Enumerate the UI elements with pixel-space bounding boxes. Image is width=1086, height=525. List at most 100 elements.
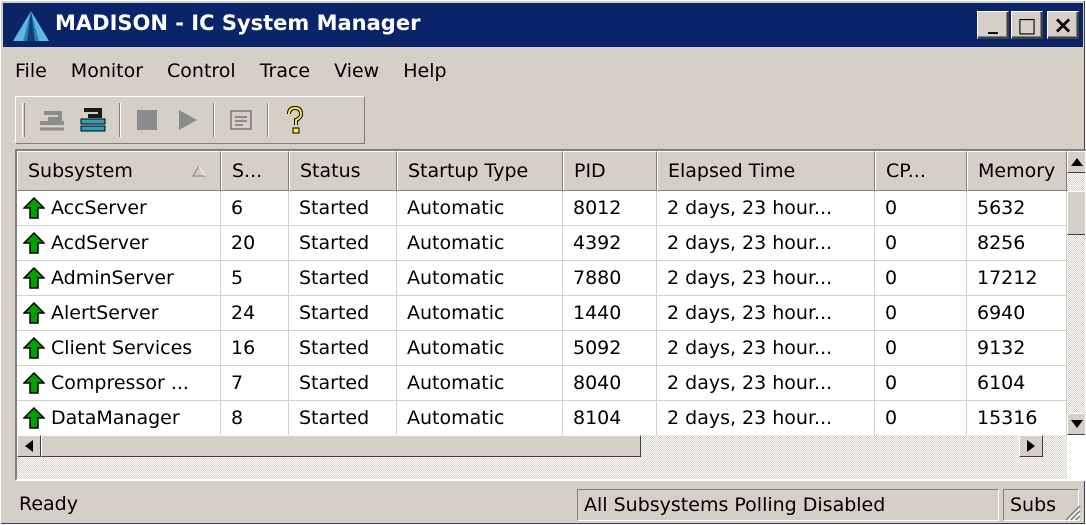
table-row[interactable]: DataManager 8 Started Automatic 8104 2 days, …: [17, 401, 1067, 436]
cell-text: 8256: [977, 231, 1026, 254]
cell-text: 1440: [573, 301, 622, 324]
cell-status: Started: [289, 401, 397, 436]
status-polling: All Subsystems Polling Disabled: [577, 489, 999, 521]
cell-pid: 8040: [563, 366, 657, 401]
minimize-button[interactable]: _: [977, 10, 1009, 39]
cell-text: 20: [231, 231, 256, 254]
menu-monitor[interactable]: Monitor: [59, 53, 155, 89]
started-arrow-icon: [23, 232, 45, 254]
cell-cpu: 0: [875, 226, 967, 261]
refresh-button[interactable]: [73, 100, 113, 140]
cell-name: AlertServer: [17, 296, 221, 331]
column-header-status[interactable]: Status: [289, 151, 397, 191]
cell-text: 2 days, 23 hour...: [667, 336, 833, 359]
back-icon: [40, 111, 64, 131]
cell-text: Compressor ...: [51, 371, 189, 394]
column-header-elapsed-time[interactable]: Elapsed Time: [657, 151, 875, 191]
cell-text: 5632: [977, 196, 1026, 219]
cell-cpu: 0: [875, 296, 967, 331]
cell-status: Started: [289, 191, 397, 226]
cell-text: 6940: [977, 301, 1026, 324]
column-header-memory[interactable]: Memory: [967, 151, 1067, 191]
cell-text: 2 days, 23 hour...: [667, 231, 833, 254]
menu-control[interactable]: Control: [155, 53, 248, 89]
cell-text: DataManager: [51, 406, 180, 429]
table-row[interactable]: AdminServer 5 Started Automatic 7880 2 days, …: [17, 261, 1067, 296]
table-row[interactable]: Compressor ... 7 Started Automatic 8040 2 day…: [17, 366, 1067, 401]
arrow-right-icon: [1027, 440, 1035, 452]
back-button[interactable]: [33, 100, 73, 140]
cell-text: 7880: [573, 266, 622, 289]
app-window: MADISON - IC System Manager _ □ × File M…: [0, 0, 1086, 525]
cell-s: 24: [221, 296, 289, 331]
cell-text: Automatic: [407, 406, 505, 429]
stop-icon: [137, 110, 157, 130]
stop-button[interactable]: [127, 100, 167, 140]
table-row[interactable]: Client Services 16 Started Automatic 5092 2 d…: [17, 331, 1067, 366]
cell-name: Client Services: [17, 331, 221, 366]
properties-icon: [230, 110, 252, 130]
maximize-icon: □: [1017, 13, 1037, 37]
started-arrow-icon: [23, 267, 45, 289]
cell-text: 17212: [977, 266, 1038, 289]
title-bar[interactable]: MADISON - IC System Manager _ □ ×: [3, 3, 1083, 47]
cell-elapsed: 2 days, 23 hour...: [657, 191, 875, 226]
cell-elapsed: 2 days, 23 hour...: [657, 296, 875, 331]
vertical-scrollbar[interactable]: [1067, 151, 1085, 435]
cell-elapsed: 2 days, 23 hour...: [657, 261, 875, 296]
cell-text: AdminServer: [51, 266, 174, 289]
cell-text: 8040: [573, 371, 622, 394]
cell-name: AcdServer: [17, 226, 221, 261]
cell-name: AdminServer: [17, 261, 221, 296]
cell-text: Automatic: [407, 301, 505, 324]
start-button[interactable]: [167, 100, 207, 140]
table-row[interactable]: AccServer 6 Started Automatic 8012 2 days, 23…: [17, 191, 1067, 226]
cell-text: Started: [299, 266, 370, 289]
cell-text: AcdServer: [51, 231, 149, 254]
cell-text: 2 days, 23 hour...: [667, 406, 833, 429]
maximize-button[interactable]: □: [1011, 11, 1043, 39]
cell-text: AlertServer: [51, 301, 159, 324]
subsystem-list[interactable]: Subsystem S... Status Startup Type PID E…: [15, 149, 1086, 481]
column-header-startup-type[interactable]: Startup Type: [397, 151, 563, 191]
cell-startup: Automatic: [397, 366, 563, 401]
menu-file[interactable]: File: [3, 53, 59, 89]
cell-text: Started: [299, 301, 370, 324]
cell-pid: 8104: [563, 401, 657, 436]
cell-text: 8012: [573, 196, 622, 219]
cell-name: Compressor ...: [17, 366, 221, 401]
scroll-right-button[interactable]: [1019, 435, 1043, 457]
properties-button[interactable]: [221, 100, 261, 140]
status-ready: Ready: [19, 493, 78, 515]
scroll-down-button[interactable]: [1067, 413, 1085, 435]
menu-trace[interactable]: Trace: [248, 53, 322, 89]
menu-help[interactable]: Help: [391, 53, 458, 89]
close-button[interactable]: ×: [1047, 11, 1079, 39]
column-header-s[interactable]: S...: [221, 151, 289, 191]
help-button[interactable]: [275, 100, 315, 140]
cell-text: Automatic: [407, 336, 505, 359]
column-header-label: Elapsed Time: [668, 160, 796, 182]
column-header-subsystem[interactable]: Subsystem: [17, 151, 221, 191]
cell-elapsed: 2 days, 23 hour...: [657, 226, 875, 261]
cell-text: Automatic: [407, 196, 505, 219]
minimize-icon: _: [988, 10, 998, 34]
vertical-scroll-thumb[interactable]: [1067, 191, 1085, 235]
table-row[interactable]: AcdServer 20 Started Automatic 4392 2 days, 2…: [17, 226, 1067, 261]
table-row[interactable]: AlertServer 24 Started Automatic 1440 2 days,…: [17, 296, 1067, 331]
toolbar-grip[interactable]: [22, 103, 25, 137]
cell-s: 6: [221, 191, 289, 226]
horizontal-scrollbar[interactable]: [17, 435, 1067, 479]
started-arrow-icon: [23, 407, 45, 429]
horizontal-scroll-thumb[interactable]: [41, 435, 641, 457]
cell-text: 7: [231, 371, 244, 394]
resize-grip-icon[interactable]: [1061, 501, 1081, 521]
column-header-cpu[interactable]: CP...: [875, 151, 967, 191]
column-header-pid[interactable]: PID: [563, 151, 657, 191]
started-arrow-icon: [23, 302, 45, 324]
cell-elapsed: 2 days, 23 hour...: [657, 366, 875, 401]
scroll-left-button[interactable]: [17, 435, 41, 457]
scroll-up-button[interactable]: [1067, 151, 1085, 173]
menu-view[interactable]: View: [322, 53, 391, 89]
cell-startup: Automatic: [397, 226, 563, 261]
